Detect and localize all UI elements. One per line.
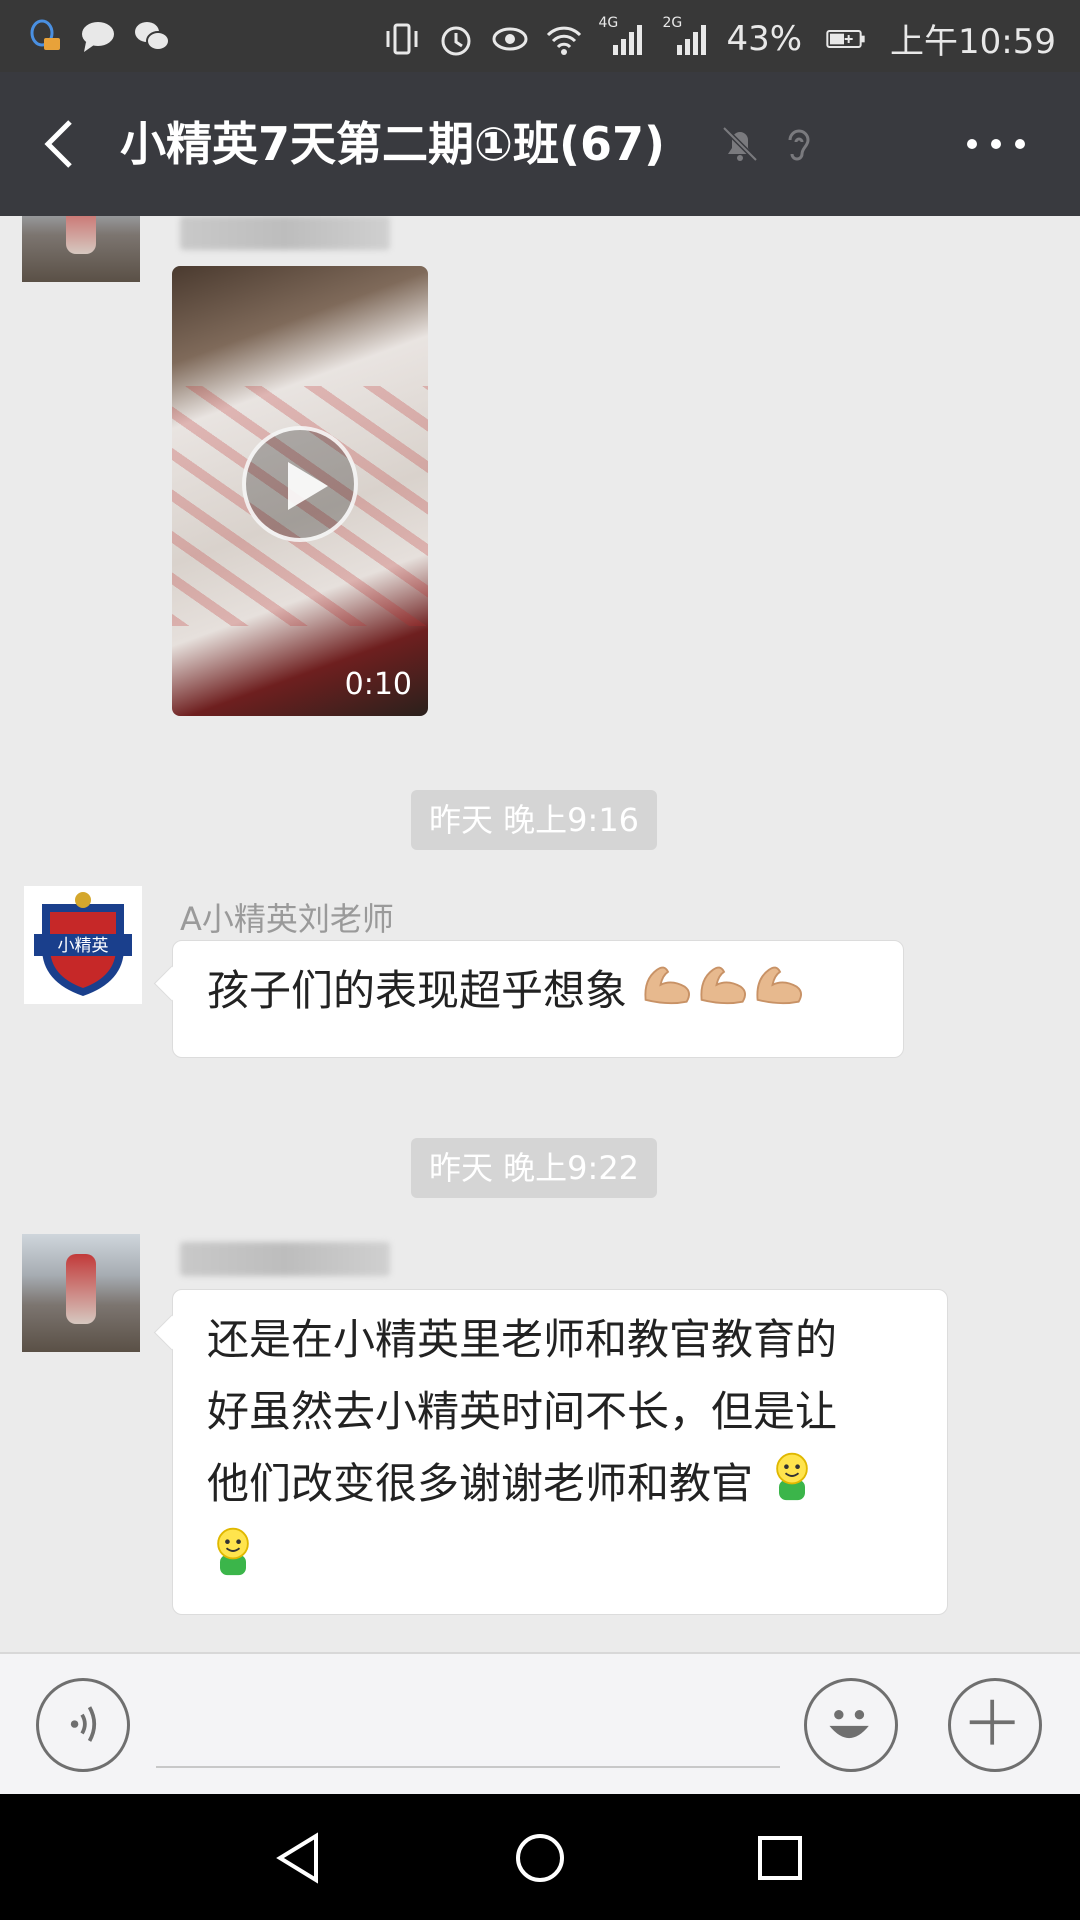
status-left [24, 16, 172, 56]
vibrate-icon [382, 19, 422, 59]
message-text-line: 好虽然去小精英时间不长，但是让 [207, 1387, 838, 1436]
message-text-line: 他们改变很多谢谢老师和教官 [207, 1459, 754, 1508]
sender-name: A小精英刘老师 [180, 900, 394, 938]
message-text-line: 还是在小精英里老师和教官教育的 [207, 1315, 838, 1364]
sender-name-blurred [180, 216, 390, 250]
nav-home-icon[interactable] [510, 1828, 570, 1888]
emoji-button[interactable] [804, 1678, 898, 1772]
timestamp: 昨天 晚上9:16 [411, 790, 658, 850]
smiley-figure-emoji [766, 1450, 818, 1524]
wechat-icon [132, 16, 172, 56]
qq-icon [24, 16, 64, 56]
nav-recents-icon[interactable] [750, 1828, 810, 1888]
school-logo: 小精英 [34, 892, 132, 996]
smiley-figure-emoji [207, 1525, 259, 1599]
battery-icon [816, 19, 876, 59]
voice-input-button[interactable] [36, 1678, 130, 1772]
smiley-icon [829, 1710, 869, 1739]
chat-title: 小精英7天第二期①班(67) [120, 117, 666, 171]
avatar[interactable] [22, 1234, 140, 1352]
wifi-icon [544, 19, 584, 59]
system-nav-bar [0, 1794, 1080, 1920]
sender-name-blurred [180, 1242, 390, 1276]
signal-2g-icon: 2G [662, 15, 712, 59]
video-duration: 0:10 [344, 667, 412, 702]
logo-text: 小精英 [58, 936, 109, 956]
battery-percent: 43% [726, 18, 803, 59]
flexed-biceps-emoji [752, 958, 808, 1030]
back-arrow-icon[interactable] [30, 112, 94, 176]
chat-area[interactable]: 0:10 昨天 晚上9:16 小精英 A小精英刘老师 孩子们的表现超乎想象 昨天… [0, 216, 1080, 1652]
timestamp: 昨天 晚上9:22 [411, 1138, 658, 1198]
voice-icon [70, 1706, 97, 1742]
status-bar: 4G 2G 43% 上午10:59 [0, 0, 1080, 72]
message-bubble[interactable]: 孩子们的表现超乎想象 [172, 940, 904, 1058]
alarm-icon [436, 19, 476, 59]
message-bubble[interactable]: 还是在小精英里老师和教官教育的 好虽然去小精英时间不长，但是让 他们改变很多谢谢… [172, 1289, 948, 1615]
message-input[interactable] [156, 1676, 780, 1768]
input-bar [0, 1652, 1080, 1796]
more-functions-button[interactable] [948, 1678, 1042, 1772]
status-right: 4G 2G 43% 上午10:59 [382, 14, 1056, 63]
clock: 上午10:59 [890, 22, 1056, 62]
nav-back-icon[interactable] [270, 1828, 330, 1888]
flexed-biceps-emoji [640, 958, 696, 1030]
video-message[interactable]: 0:10 [172, 266, 428, 716]
plus-icon [969, 1699, 1015, 1745]
flexed-biceps-emoji [696, 958, 752, 1030]
title-bar: 小精英7天第二期①班(67) [0, 72, 1080, 216]
more-menu-icon[interactable] [960, 124, 1032, 164]
mute-bell-icon [718, 122, 762, 166]
avatar[interactable] [22, 216, 140, 282]
message-icon [78, 16, 118, 56]
eye-icon [490, 19, 530, 59]
play-icon[interactable] [242, 426, 358, 542]
signal-4g-icon: 4G [598, 15, 648, 59]
earpiece-icon [776, 122, 820, 166]
avatar[interactable]: 小精英 [24, 886, 142, 1004]
message-text: 孩子们的表现超乎想象 [207, 966, 628, 1015]
